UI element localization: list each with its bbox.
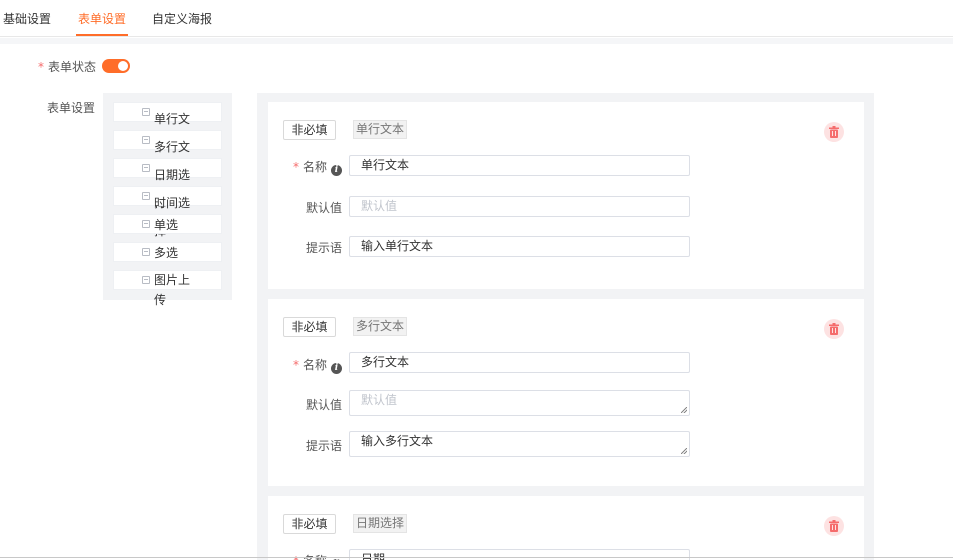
field-type-tag: 单行文本 (353, 120, 408, 139)
palette-item-multiple-choice[interactable]: 多选 (113, 242, 222, 262)
palette-item-label: 多选 (154, 246, 179, 260)
hint-textarea[interactable]: 输入多行文本 (349, 431, 690, 457)
info-icon: i (331, 363, 342, 374)
name-label: *名称i (282, 552, 342, 560)
name-input[interactable]: 多行文本 (349, 352, 690, 373)
optional-toggle-button[interactable]: 非必填 (283, 514, 336, 534)
palette-item-single-line-text[interactable]: 单行文本 (113, 102, 222, 154)
field-type-tag: 多行文本 (353, 317, 408, 336)
palette-item-single-choice[interactable]: 单选 (113, 214, 222, 234)
optional-toggle-button[interactable]: 非必填 (283, 317, 336, 337)
toggle-knob (118, 61, 128, 71)
form-field-icon (142, 108, 150, 116)
name-input[interactable]: 日期 (349, 549, 690, 560)
form-settings-page: 基础设置 表单设置 自定义海报 * 表单状态 表单设置 单行文本 多行文本 日期选… (0, 0, 953, 560)
field-type-palette: 单行文本 多行文本 日期选择 时间选择 单选 多选 图片上传 (103, 93, 232, 307)
palette-item-label: 单选 (154, 218, 179, 232)
optional-toggle-button[interactable]: 非必填 (283, 120, 336, 140)
window-bottom-edge (0, 557, 953, 558)
delete-field-button[interactable] (824, 319, 844, 339)
palette-item-time-select[interactable]: 时间选择 (113, 186, 222, 238)
hint-label: 提示语 (305, 241, 342, 255)
trash-icon (829, 520, 839, 532)
form-status-label: * 表单状态 (38, 58, 96, 75)
info-icon: i (331, 165, 342, 176)
form-field-icon (142, 136, 150, 144)
form-status-toggle[interactable] (102, 59, 130, 73)
field-card-date-select[interactable]: 非必填 日期选择 *名称i 日期 (268, 496, 864, 560)
field-card-single-line-text[interactable]: 非必填 单行文本 * 名称 i 单行文本 默认值 默认值 提示语 输入单行文本 (268, 102, 864, 289)
trash-icon (829, 323, 839, 335)
delete-field-button[interactable] (824, 516, 844, 536)
default-value-label: 默认值 (305, 398, 342, 412)
default-value-input[interactable]: 默认值 (349, 196, 690, 217)
default-value-label: 默认值 (305, 201, 342, 215)
form-field-icon (142, 220, 150, 228)
palette-item-date-select[interactable]: 日期选择 (113, 158, 222, 210)
form-field-icon (142, 276, 150, 284)
tab-basic-settings[interactable]: 基础设置 (3, 10, 51, 27)
name-label: *名称i (282, 356, 342, 374)
trash-icon (829, 126, 839, 138)
name-input[interactable]: 单行文本 (349, 155, 690, 176)
form-field-icon (142, 248, 150, 256)
hint-input[interactable]: 输入单行文本 (349, 236, 690, 257)
active-tab-indicator (76, 34, 128, 36)
field-card-multi-line-text[interactable]: 非必填 多行文本 * 名称 i 多行文本 默认值 默认值 提示语 输入多行文本 (268, 299, 864, 486)
divider (0, 38, 953, 44)
field-type-tag: 日期选择 (353, 514, 408, 533)
tab-bar: 基础设置 表单设置 自定义海报 (0, 0, 953, 37)
palette-item-label: 图片上传 (154, 273, 191, 307)
hint-label: 提示语 (305, 439, 342, 453)
palette-item-image-upload[interactable]: 图片上传 (113, 270, 222, 307)
default-value-textarea[interactable]: 默认值 (349, 390, 690, 416)
form-settings-label: 表单设置 (47, 101, 96, 115)
form-status-text: 表单状态 (48, 60, 97, 74)
palette-item-multi-line-text[interactable]: 多行文本 (113, 130, 222, 182)
tab-form-settings[interactable]: 表单设置 (78, 10, 126, 27)
name-label: *名称i (282, 158, 342, 176)
form-field-icon (142, 192, 150, 200)
form-field-icon (142, 164, 150, 172)
delete-field-button[interactable] (824, 122, 844, 142)
tab-custom-poster[interactable]: 自定义海报 (152, 10, 212, 27)
required-mark: * (38, 60, 44, 74)
